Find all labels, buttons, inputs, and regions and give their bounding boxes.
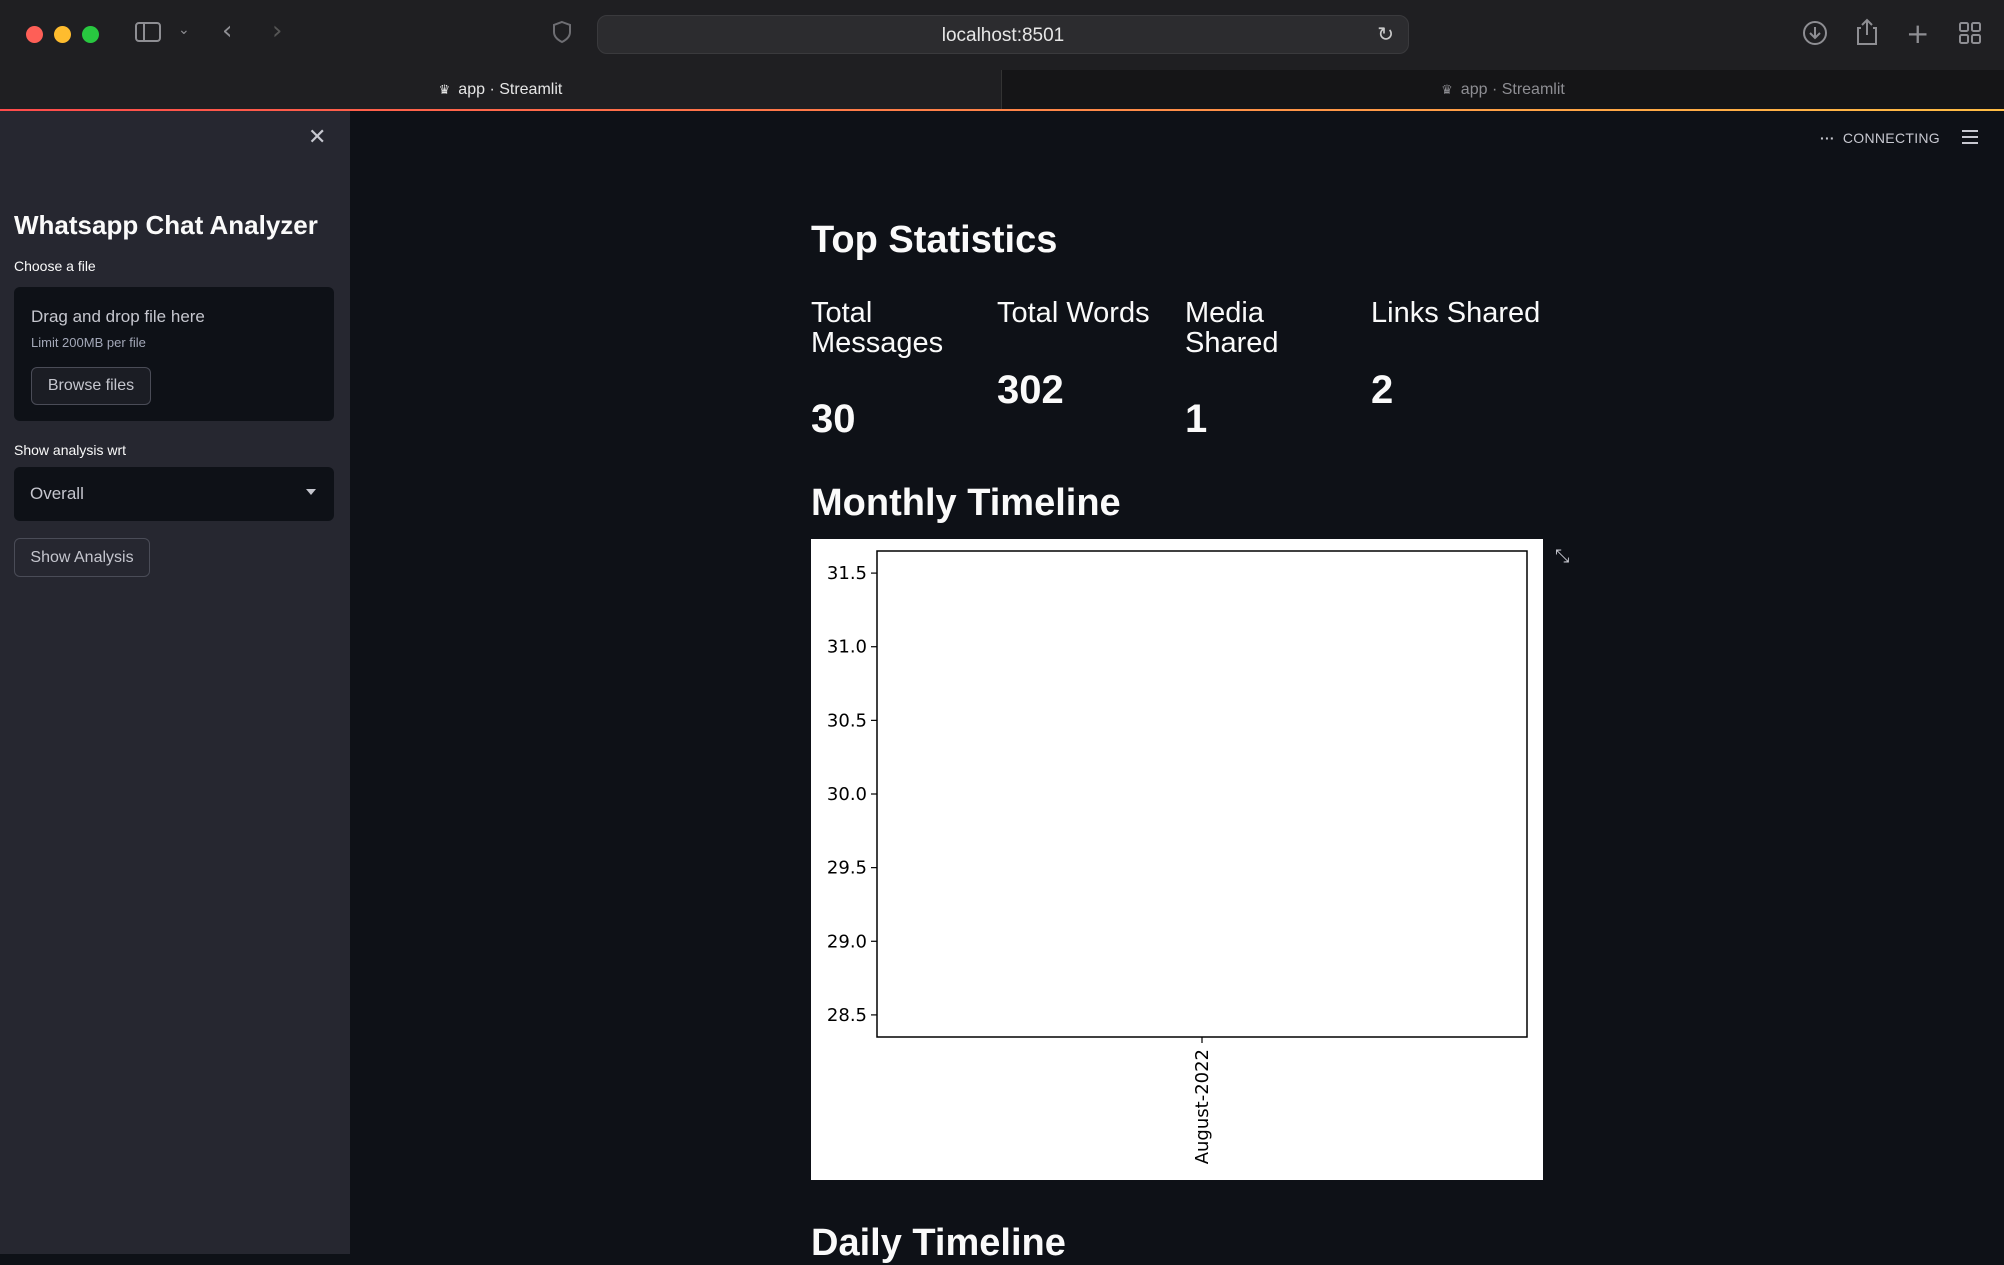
browser-titlebar: ⌄ ‹ › localhost:8501 ↻ + [0, 0, 2004, 70]
monthly-timeline-heading: Monthly Timeline [811, 482, 1121, 524]
fullscreen-expand-icon[interactable]: ⤡ [1555, 546, 1569, 567]
forward-icon[interactable]: › [272, 16, 282, 46]
tab-label: app · Streamlit [1460, 81, 1565, 98]
share-icon[interactable] [1855, 18, 1879, 50]
tab-overview-icon[interactable] [1958, 21, 1982, 49]
top-statistics-heading: Top Statistics [811, 219, 1058, 261]
address-bar[interactable]: localhost:8501 ↻ [597, 15, 1409, 54]
metric-value-total-words: 302 [997, 368, 1064, 412]
metric-label-links-shared: Links Shared [1371, 297, 1541, 329]
metric-value-media-shared: 1 [1185, 397, 1208, 441]
metric-label-media-shared: Media Shared [1185, 297, 1279, 359]
chevron-down-icon[interactable]: ⌄ [178, 22, 190, 38]
monthly-timeline-chart: 28.5 29.0 29.5 30.0 30.5 31.0 31.5 August-2022 [811, 539, 1543, 1180]
daily-timeline-heading: Daily Timeline [811, 1222, 1066, 1264]
plot-frame [876, 550, 1528, 1038]
tab-bar: ♛ app · Streamlit ♛ app · Streamlit [0, 70, 2004, 110]
reload-icon[interactable]: ↻ [1377, 22, 1394, 46]
download-icon[interactable] [1802, 20, 1828, 50]
minimize-window-button[interactable] [54, 26, 71, 43]
analysis-select-value: Overall [30, 484, 84, 503]
new-tab-icon[interactable]: + [1906, 17, 1929, 50]
metric-label-total-messages: Total Messages [811, 297, 944, 359]
tab-app-inactive[interactable]: ♛ app · Streamlit [1002, 70, 2004, 110]
status-text: CONNECTING [1842, 130, 1941, 146]
sidebar-title: Whatsapp Chat Analyzer [14, 210, 318, 240]
x-tick-label: August-2022 [1192, 1049, 1213, 1164]
status-dots-icon: ··· [1820, 130, 1835, 146]
main-menu-icon[interactable] [1962, 130, 1978, 144]
back-icon[interactable]: ‹ [222, 16, 232, 46]
metric-value-links-shared: 2 [1371, 368, 1394, 412]
analysis-select[interactable]: Overall [14, 467, 334, 521]
dropzone-limit: Limit 200MB per file [31, 335, 146, 350]
show-analysis-button[interactable]: Show Analysis [14, 538, 150, 577]
caret-down-icon [306, 489, 316, 495]
y-tick-label: 31.5 [827, 563, 867, 584]
metric-value-total-messages: 30 [811, 397, 856, 441]
y-tick-label: 31.0 [827, 637, 867, 658]
dropzone-instruction: Drag and drop file here [31, 307, 205, 326]
tab-app-active[interactable]: ♛ app · Streamlit [0, 70, 1002, 110]
chart-svg: 28.5 29.0 29.5 30.0 30.5 31.0 31.5 August-2022 [827, 550, 1528, 1164]
y-tick-label: 28.5 [827, 1005, 867, 1026]
y-tick-label: 30.5 [827, 710, 867, 731]
shield-icon[interactable] [552, 20, 572, 48]
y-tick-label: 29.5 [827, 858, 867, 879]
y-tick-label: 29.0 [827, 931, 867, 952]
file-uploader-label: Choose a file [14, 258, 96, 274]
analysis-select-label: Show analysis wrt [14, 442, 127, 458]
file-dropzone[interactable]: Drag and drop file here Limit 200MB per … [14, 287, 334, 421]
close-sidebar-icon[interactable]: ✕ [308, 125, 326, 150]
streamlit-crown-icon: ♛ [1441, 83, 1453, 98]
browse-files-button[interactable]: Browse files [31, 367, 151, 405]
metric-label-total-words: Total Words [997, 297, 1150, 329]
close-window-button[interactable] [26, 26, 43, 43]
connection-status: ··· CONNECTING [1820, 130, 1940, 146]
streamlit-crown-icon: ♛ [438, 83, 451, 98]
sidebar: ✕ Whatsapp Chat Analyzer Choose a file D… [0, 111, 350, 1254]
y-tick-label: 30.0 [827, 784, 867, 805]
url-text: localhost:8501 [941, 25, 1065, 46]
tab-label: app · Streamlit [458, 81, 563, 98]
zoom-window-button[interactable] [82, 26, 99, 43]
sidebar-toggle-icon[interactable] [134, 20, 162, 48]
